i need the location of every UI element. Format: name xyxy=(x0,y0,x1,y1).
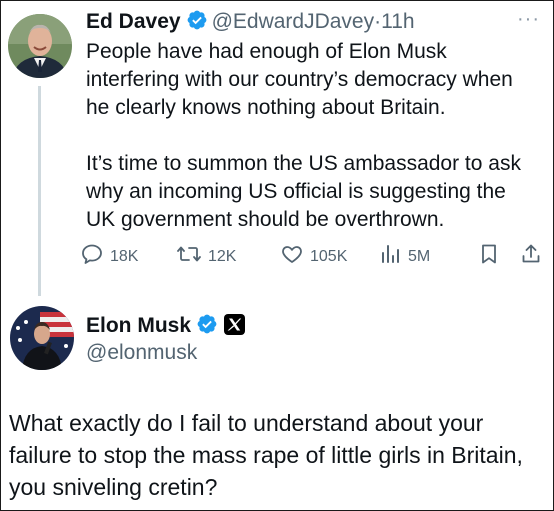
reply-button[interactable]: 18K xyxy=(80,242,138,271)
views-count: 5M xyxy=(408,247,431,265)
thread-line xyxy=(38,86,41,296)
timestamp[interactable]: 11h xyxy=(381,10,414,33)
reply-count: 18K xyxy=(110,247,139,265)
repost-icon xyxy=(176,242,208,271)
author-handle[interactable]: @elonmusk xyxy=(86,339,197,367)
views-button[interactable]: 5M xyxy=(380,242,430,271)
verified-badge-icon xyxy=(186,9,208,39)
avatar-elon-musk[interactable] xyxy=(10,306,74,370)
views-icon xyxy=(380,242,408,271)
share-button[interactable] xyxy=(520,242,548,271)
more-icon[interactable]: ··· xyxy=(517,8,540,31)
tweet1-text: People have had enough of Elon Musk inte… xyxy=(86,38,536,234)
like-count: 105K xyxy=(310,247,348,265)
tweet1-actions: 18K 12K 105K 5M xyxy=(80,242,550,272)
author-handle[interactable]: @EdwardJDavey xyxy=(212,10,375,33)
tweet2-text: What exactly do I fail to understand abo… xyxy=(9,410,523,500)
x-logo-icon xyxy=(224,314,246,335)
author-name[interactable]: Elon Musk xyxy=(86,314,191,337)
tweet1-header: Ed Davey @EdwardJDavey·11h xyxy=(86,8,415,39)
verified-badge-icon xyxy=(196,313,218,343)
avatar-ed-davey[interactable] xyxy=(8,14,72,78)
reply-icon xyxy=(80,242,110,271)
like-button[interactable]: 105K xyxy=(280,242,347,271)
bookmark-button[interactable] xyxy=(478,242,506,271)
tweet1-paragraph-2: It’s time to summon the US ambassador to… xyxy=(86,152,521,231)
author-name[interactable]: Ed Davey xyxy=(86,10,181,33)
repost-button[interactable]: 12K xyxy=(176,242,236,271)
share-icon xyxy=(520,242,548,271)
repost-count: 12K xyxy=(208,247,237,265)
tweet1-paragraph-1: People have had enough of Elon Musk inte… xyxy=(86,40,513,119)
like-icon xyxy=(280,242,310,271)
bookmark-icon xyxy=(478,242,506,271)
